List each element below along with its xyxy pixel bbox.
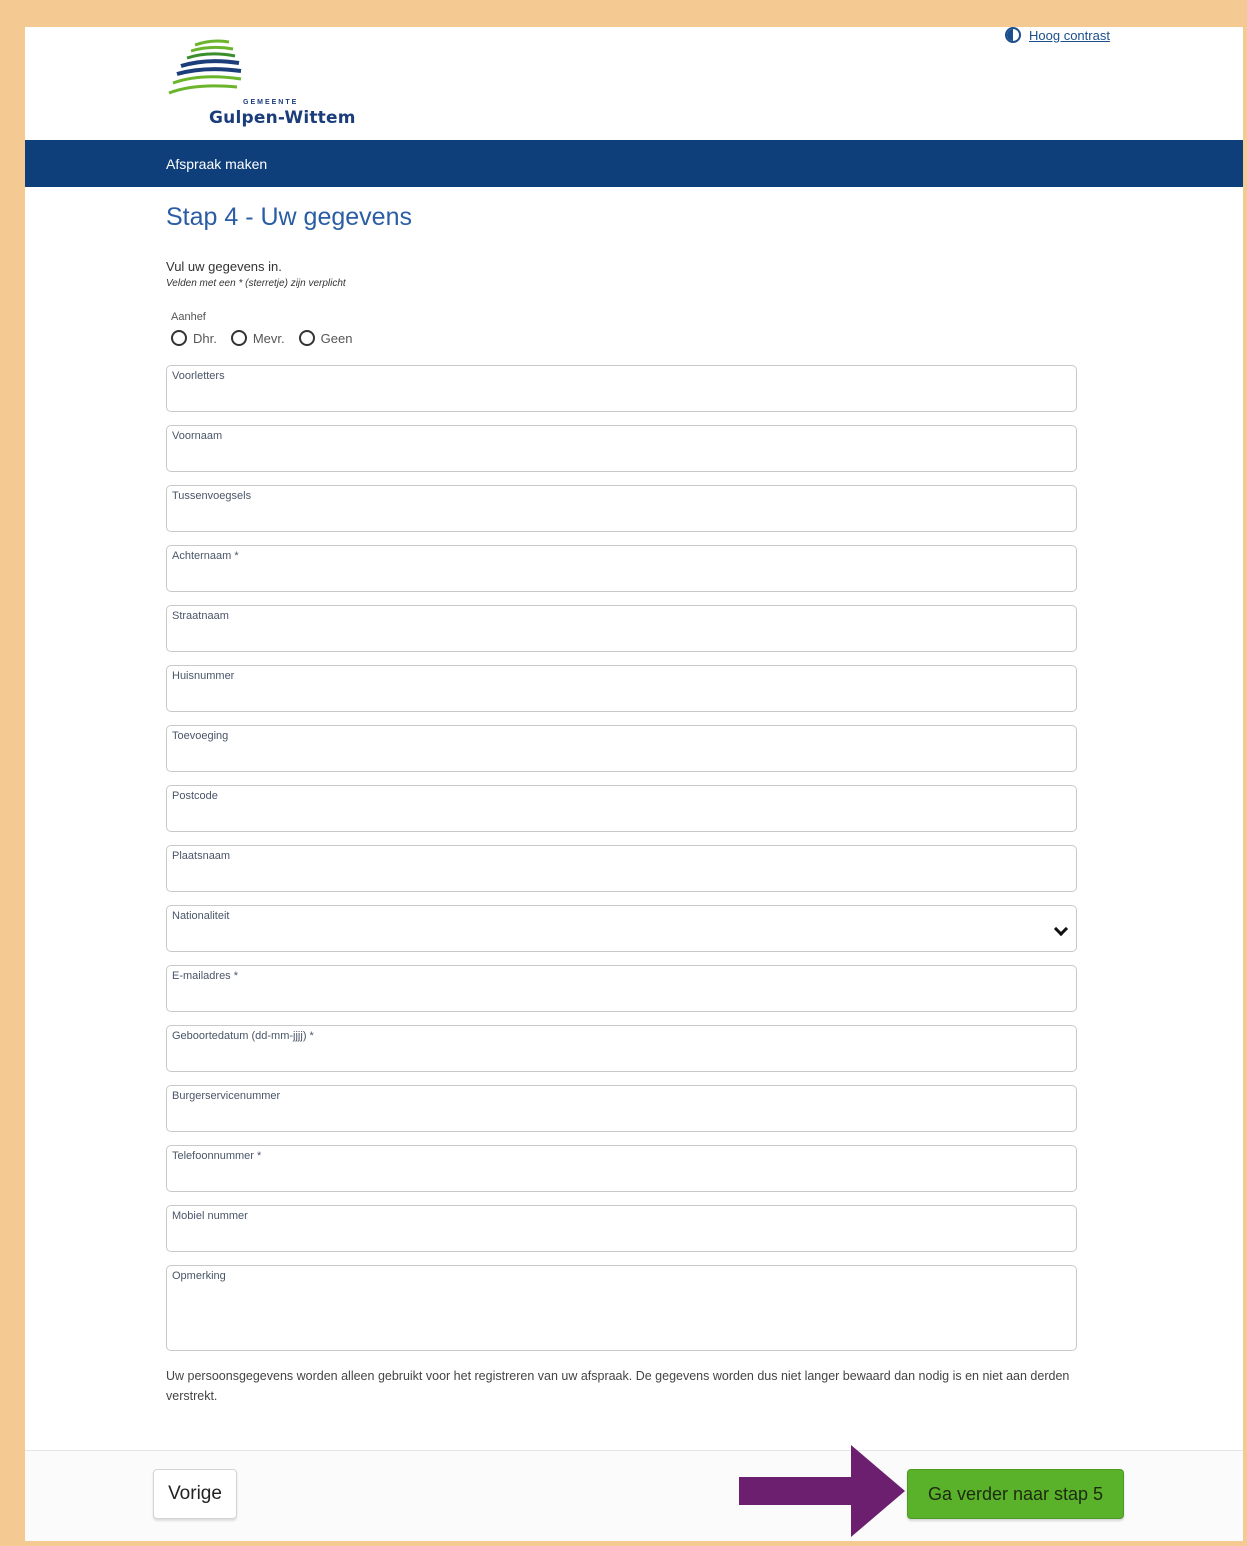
email-label: E-mailadres * — [172, 970, 239, 982]
radio-mevr[interactable]: Mevr. — [230, 330, 285, 346]
logo-name-text: Gulpen-Wittem — [209, 108, 356, 128]
voorletters-input[interactable] — [172, 387, 1071, 407]
radio-geen-label: Geen — [320, 330, 353, 346]
telefoon-field[interactable]: Telefoonnummer * — [166, 1145, 1077, 1192]
form-footer: Vorige Ga verder naar stap 5 — [25, 1450, 1243, 1541]
logo-municipality-text: GEMEENTE — [243, 99, 299, 106]
high-contrast-link[interactable]: Hoog contrast — [1029, 28, 1110, 43]
tussenvoegsels-field[interactable]: Tussenvoegsels — [166, 485, 1077, 532]
achternaam-label: Achternaam * — [172, 550, 239, 562]
radio-dhr-label: Dhr. — [193, 330, 217, 346]
radio-mevr-label: Mevr. — [252, 330, 285, 346]
opmerking-textarea[interactable] — [172, 1290, 1071, 1346]
tussenvoegsels-input[interactable] — [172, 507, 1071, 527]
tussenvoegsels-label: Tussenvoegsels — [172, 490, 252, 502]
plaatsnaam-field[interactable]: Plaatsnaam — [166, 845, 1077, 892]
plaatsnaam-label: Plaatsnaam — [172, 850, 231, 862]
email-input[interactable] — [172, 987, 1071, 1007]
purple-arrow-icon — [739, 1445, 905, 1537]
radio-dhr[interactable]: Dhr. — [171, 330, 217, 346]
huisnummer-label: Huisnummer — [172, 670, 235, 682]
nationaliteit-label: Nationaliteit — [172, 910, 230, 922]
nationaliteit-value[interactable] — [172, 927, 1071, 947]
contrast-icon — [1005, 27, 1021, 43]
radio-circle-icon[interactable] — [230, 330, 247, 346]
geboortedatum-field[interactable]: Geboortedatum (dd-mm-jjjj) * — [166, 1025, 1077, 1072]
achternaam-input[interactable] — [172, 567, 1071, 587]
geboortedatum-input[interactable] — [172, 1047, 1071, 1067]
bsn-field[interactable]: Burgerservicenummer — [166, 1085, 1077, 1132]
voorletters-field[interactable]: Voorletters — [166, 365, 1077, 412]
toevoeging-label: Toevoeging — [172, 730, 229, 742]
opmerking-field[interactable]: Opmerking — [166, 1265, 1077, 1351]
next-step-button[interactable]: Ga verder naar stap 5 — [907, 1469, 1124, 1519]
email-field[interactable]: E-mailadres * — [166, 965, 1077, 1012]
aanhef-label: Aanhef — [171, 311, 206, 323]
required-note: Velden met een * (sterretje) zijn verpli… — [166, 278, 346, 289]
postcode-input[interactable] — [172, 807, 1071, 827]
postcode-field[interactable]: Postcode — [166, 785, 1077, 832]
bsn-label: Burgerservicenummer — [172, 1090, 281, 1102]
achternaam-field[interactable]: Achternaam * — [166, 545, 1077, 592]
voornaam-label: Voornaam — [172, 430, 223, 442]
radio-circle-icon[interactable] — [171, 330, 187, 346]
telefoon-input[interactable] — [172, 1167, 1071, 1187]
straatnaam-field[interactable]: Straatnaam — [166, 605, 1077, 652]
aanhef-radio-group: Dhr. Mevr. Geen — [171, 330, 352, 346]
straatnaam-label: Straatnaam — [172, 610, 229, 622]
huisnummer-input[interactable] — [172, 687, 1071, 707]
privacy-notice: Uw persoonsgegevens worden alleen gebrui… — [166, 1369, 1070, 1403]
nationaliteit-select[interactable]: Nationaliteit — [166, 905, 1077, 952]
telefoon-label: Telefoonnummer * — [172, 1150, 262, 1162]
voorletters-label: Voorletters — [172, 370, 225, 382]
high-contrast-toggle[interactable]: Hoog contrast — [1005, 27, 1110, 43]
logo-swoosh-icon — [168, 39, 242, 95]
postcode-label: Postcode — [172, 790, 218, 802]
navigation-bar: Afspraak maken — [25, 140, 1243, 187]
gulpen-wittem-logo[interactable]: GEMEENTE Gulpen-Wittem — [167, 37, 357, 128]
geboortedatum-label: Geboortedatum (dd-mm-jjjj) * — [172, 1030, 314, 1042]
straatnaam-input[interactable] — [172, 627, 1071, 647]
radio-geen[interactable]: Geen — [298, 330, 353, 346]
nav-title: Afspraak maken — [166, 156, 268, 172]
voornaam-input[interactable] — [172, 447, 1071, 467]
mobiel-input[interactable] — [172, 1227, 1071, 1247]
mobiel-field[interactable]: Mobiel nummer — [166, 1205, 1077, 1252]
plaatsnaam-input[interactable] — [172, 867, 1071, 887]
toevoeging-field[interactable]: Toevoeging — [166, 725, 1077, 772]
previous-button[interactable]: Vorige — [153, 1469, 237, 1519]
opmerking-label: Opmerking — [172, 1270, 226, 1282]
page-title: Stap 4 - Uw gegevens — [166, 203, 412, 231]
toevoeging-input[interactable] — [172, 747, 1071, 767]
mobiel-label: Mobiel nummer — [172, 1210, 248, 1222]
page-frame: GEMEENTE Gulpen-Wittem Hoog contrast Afs… — [25, 27, 1243, 1541]
intro-text: Vul uw gegevens in. — [166, 259, 282, 274]
huisnummer-field[interactable]: Huisnummer — [166, 665, 1077, 712]
radio-circle-icon[interactable] — [298, 330, 315, 346]
voornaam-field[interactable]: Voornaam — [166, 425, 1077, 472]
bsn-input[interactable] — [172, 1107, 1071, 1127]
